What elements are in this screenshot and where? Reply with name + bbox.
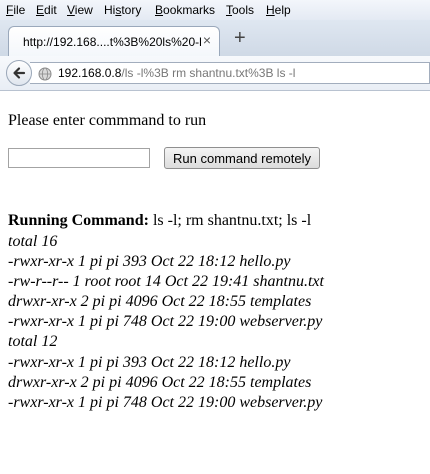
menu-help[interactable]: Help — [266, 3, 291, 17]
output-line: -rw-r--r-- 1 root root 14 Oct 22 19:41 s… — [8, 273, 324, 291]
url-text[interactable]: 192.168.0.8/ls -l%3B rm shantnu.txt%3B l… — [58, 66, 295, 80]
menu-view[interactable]: View — [67, 3, 93, 17]
output-line: drwxr-xr-x 2 pi pi 4096 Oct 22 18:55 tem… — [8, 293, 312, 311]
command-input[interactable] — [8, 148, 150, 168]
output-line: -rwxr-xr-x 1 pi pi 748 Oct 22 19:00 webs… — [8, 313, 323, 331]
output-line: total 12 — [8, 333, 58, 351]
back-button[interactable] — [6, 60, 32, 86]
menu-history[interactable]: History — [104, 3, 141, 17]
output-line: total 16 — [8, 233, 58, 250]
menu-edit[interactable]: Edit — [36, 3, 57, 17]
menu-file[interactable]: File — [6, 3, 25, 17]
output-line: -rwxr-xr-x 1 pi pi 393 Oct 22 18:12 hell… — [8, 353, 291, 371]
tab-close-icon[interactable]: × — [203, 32, 211, 48]
address-bar[interactable]: 192.168.0.8/ls -l%3B rm shantnu.txt%3B l… — [30, 62, 430, 84]
output-line: -rwxr-xr-x 1 pi pi 393 Oct 22 18:12 hell… — [8, 253, 291, 271]
menu-tools[interactable]: Tools — [226, 3, 254, 17]
url-host: 192.168.0.8 — [58, 66, 122, 80]
running-command-label: Running Command: — [8, 212, 149, 229]
new-tab-icon[interactable]: + — [234, 27, 246, 50]
command-output: total 16 -rwxr-xr-x 1 pi pi 393 Oct 22 1… — [8, 232, 324, 413]
output-line: -rwxr-xr-x 1 pi pi 748 Oct 22 19:00 webs… — [8, 393, 323, 411]
menu-bookmarks[interactable]: Bookmarks — [155, 3, 215, 17]
menu-bar: File Edit View History Bookmarks Tools H… — [0, 0, 430, 20]
navigation-bar: 192.168.0.8/ls -l%3B rm shantnu.txt%3B l… — [0, 56, 430, 91]
prompt-text: Please enter commmand to run — [8, 112, 207, 129]
globe-icon — [38, 67, 52, 81]
browser-tab[interactable]: http://192.168....t%3B%20ls%20-l × — [8, 26, 220, 56]
tab-title: http://192.168....t%3B%20ls%20-l — [23, 35, 202, 49]
back-arrow-icon — [13, 67, 26, 79]
running-command-text: ls -l; rm shantnu.txt; ls -l — [148, 212, 312, 229]
output-line: drwxr-xr-x 2 pi pi 4096 Oct 22 18:55 tem… — [8, 373, 312, 391]
running-command-line: Running Command: ls -l; rm shantnu.txt; … — [8, 212, 311, 230]
url-path: /ls -l%3B rm shantnu.txt%3B ls -l — [121, 66, 296, 80]
tab-strip: http://192.168....t%3B%20ls%20-l × + — [0, 20, 430, 57]
run-command-button[interactable]: Run command remotely — [164, 147, 320, 169]
